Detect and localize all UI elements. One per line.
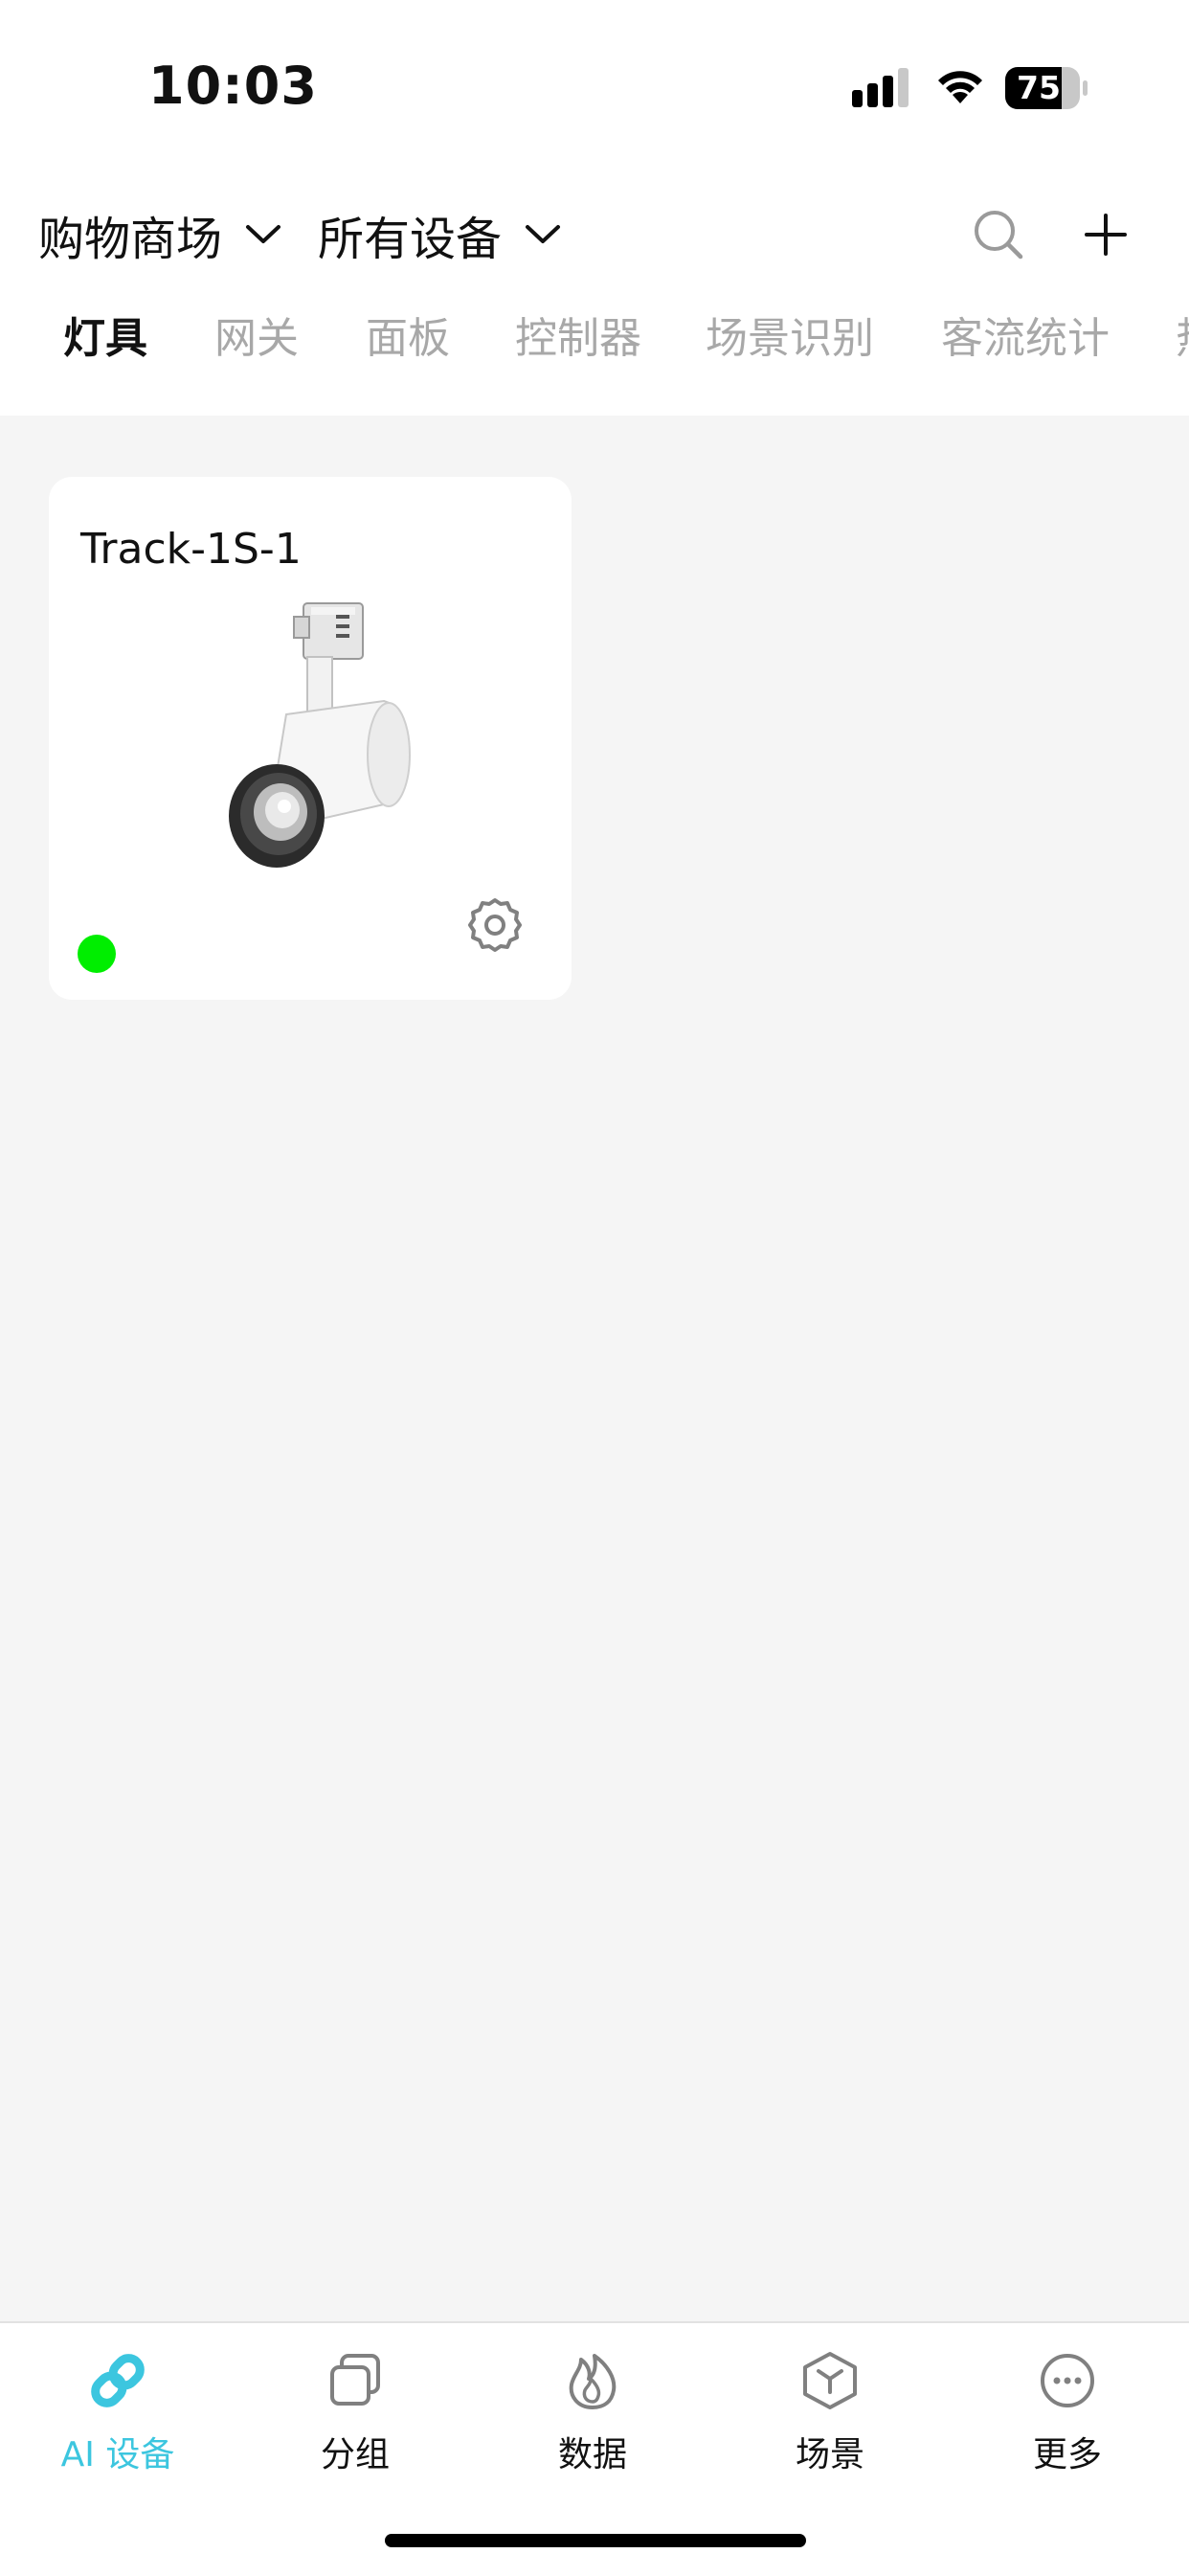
copy-icon: [330, 2354, 380, 2406]
header-area: 10:03 75 购物商场 所有设备 灯具 网关 面板 控制器 场景识别 客流统…: [0, 0, 1189, 416]
gear-icon[interactable]: [464, 894, 526, 956]
tabbar-data[interactable]: 数据: [506, 2348, 679, 2482]
device-scope-label: 所有设备: [318, 213, 503, 266]
cellular-signal-icon: [852, 68, 909, 107]
tabbar-label: AI 设备: [60, 2435, 175, 2474]
tabbar-ai-devices[interactable]: AI 设备: [32, 2348, 204, 2482]
device-scope-dropdown[interactable]: 所有设备: [318, 192, 561, 278]
category-tabs: 灯具 网关 面板 控制器 场景识别 客流统计 热: [0, 305, 1189, 373]
chevron-down-icon: [246, 225, 281, 243]
tab-controller[interactable]: 控制器: [515, 305, 641, 373]
more-icon: [1041, 2354, 1094, 2407]
status-bar: 10:03 75: [0, 0, 1189, 172]
tabbar-label: 更多: [1032, 2435, 1102, 2474]
status-time: 10:03: [148, 56, 318, 116]
device-name: Track-1S-1: [80, 525, 302, 574]
tabbar-label: 场景: [795, 2435, 864, 2474]
tabbar-label: 分组: [320, 2435, 390, 2474]
location-dropdown[interactable]: 购物商场: [38, 192, 281, 278]
tab-panel[interactable]: 面板: [366, 305, 450, 373]
chevron-down-icon: [526, 225, 561, 243]
tab-gateway[interactable]: 网关: [214, 305, 299, 373]
location-label: 购物商场: [38, 213, 223, 266]
link-icon: [91, 2354, 145, 2407]
flame-icon: [569, 2354, 617, 2409]
tab-partial[interactable]: 热: [1176, 305, 1189, 373]
home-indicator: [385, 2534, 806, 2547]
tabbar-more[interactable]: 更多: [981, 2348, 1154, 2482]
tab-lamps[interactable]: 灯具: [63, 305, 147, 373]
battery-level: 75: [1017, 69, 1061, 106]
cube-icon: [803, 2352, 857, 2409]
tabbar-groups[interactable]: 分组: [269, 2348, 441, 2482]
device-card[interactable]: Track-1S-1: [49, 477, 572, 1000]
filter-row: 购物商场 所有设备: [0, 192, 1189, 278]
tabbar-label: 数据: [557, 2435, 627, 2474]
tabbar-scenes[interactable]: 场景: [744, 2348, 916, 2482]
track-spotlight-image: [229, 602, 411, 868]
online-status-dot: [78, 935, 116, 973]
wifi-icon: [938, 71, 982, 103]
battery-icon: 75: [1005, 67, 1088, 109]
search-icon[interactable]: [967, 203, 1030, 266]
tab-scene-recognition[interactable]: 场景识别: [706, 305, 874, 373]
plus-icon[interactable]: [1074, 203, 1137, 266]
tab-traffic-stats[interactable]: 客流统计: [941, 305, 1110, 373]
